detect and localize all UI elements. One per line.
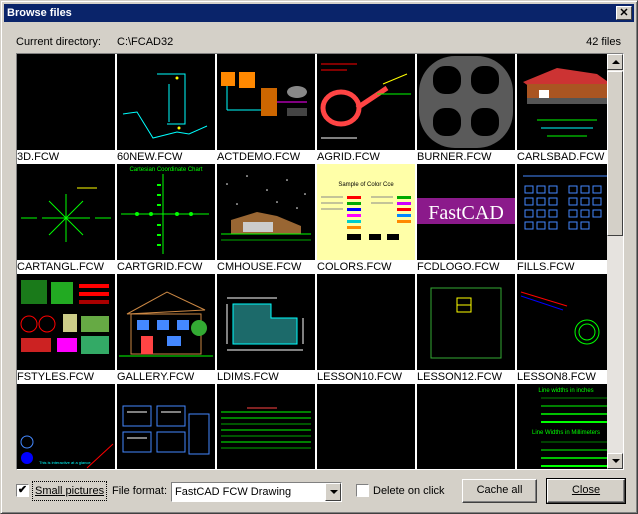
file-thumbnail[interactable] xyxy=(17,274,115,370)
file-name: CARLSBAD.FCW xyxy=(517,151,605,163)
file-name: FSTYLES.FCW xyxy=(17,371,95,383)
current-directory-value: C:\FCAD32 xyxy=(117,36,174,48)
delete-on-click-checkbox[interactable] xyxy=(356,484,369,497)
file-tile[interactable]: GALLERY.FCW xyxy=(117,274,215,385)
file-name: LESSON12.FCW xyxy=(417,371,502,383)
file-thumbnail[interactable] xyxy=(317,274,415,370)
file-name: 60NEW.FCW xyxy=(117,151,183,163)
file-name: LESSON8.FCW xyxy=(517,371,596,383)
file-thumbnail[interactable] xyxy=(217,54,315,150)
file-thumbnail[interactable] xyxy=(217,274,315,370)
row4-legend: This is interactive at a glance xyxy=(39,460,91,465)
file-name: CARTGRID.FCW xyxy=(117,261,203,273)
title-bar: Browse files ✕ xyxy=(4,4,634,22)
file-name: COLORS.FCW xyxy=(317,261,392,273)
close-icon[interactable]: ✕ xyxy=(616,6,632,20)
file-tile[interactable] xyxy=(417,384,515,469)
file-tile[interactable]: ACTDEMO.FCW xyxy=(217,54,315,165)
file-tile[interactable]: FILLS.FCW xyxy=(517,164,607,275)
fcdlogo-text: FastCAD xyxy=(428,202,504,224)
file-name: LDIMS.FCW xyxy=(217,371,279,383)
file-count: 42 files xyxy=(586,36,621,48)
file-thumbnail[interactable] xyxy=(517,54,607,150)
file-name: 3D.FCW xyxy=(17,151,60,163)
file-thumbnail[interactable]: FastCAD xyxy=(417,164,515,260)
file-name: FCDLOGO.FCW xyxy=(417,261,500,273)
file-thumbnail[interactable] xyxy=(317,384,415,469)
file-tile[interactable]: LESSON12.FCW xyxy=(417,274,515,385)
file-tile[interactable]: LESSON10.FCW xyxy=(317,274,415,385)
file-thumbnail[interactable] xyxy=(217,384,315,469)
file-thumbnail[interactable] xyxy=(117,274,215,370)
vertical-scrollbar[interactable] xyxy=(607,54,623,469)
file-tile[interactable]: Line widths in inches Line Widths in Mill… xyxy=(517,384,607,469)
file-thumbnail[interactable] xyxy=(17,164,115,260)
lesson-inches-title: Line widths in inches xyxy=(538,388,593,394)
file-tile[interactable]: LDIMS.FCW xyxy=(217,274,315,385)
file-thumbnail[interactable]: Sample of Color Cce xyxy=(317,164,415,260)
file-thumbnail[interactable] xyxy=(117,54,215,150)
window-title: Browse files xyxy=(7,7,72,19)
file-tile[interactable]: CARTANGL.FCW xyxy=(17,164,115,275)
cache-all-button[interactable]: Cache all xyxy=(462,479,537,503)
file-thumbnail[interactable] xyxy=(117,384,215,469)
file-tile[interactable]: FSTYLES.FCW xyxy=(17,274,115,385)
file-tile[interactable]: CARLSBAD.FCW xyxy=(517,54,607,165)
dropdown-button[interactable] xyxy=(325,483,341,501)
file-thumbnail[interactable]: Line widths in inches Line Widths in Mill… xyxy=(517,384,607,469)
file-name: FILLS.FCW xyxy=(517,261,575,273)
file-thumbnail[interactable] xyxy=(217,164,315,260)
file-tile[interactable]: FastCAD FCDLOGO.FCW xyxy=(417,164,515,275)
small-pictures-checkbox[interactable]: ✔ xyxy=(16,484,29,497)
small-pictures-label[interactable]: Small pictures xyxy=(32,481,108,501)
browse-files-dialog: Browse files ✕ Current directory: C:\FCA… xyxy=(0,0,638,514)
file-name: CARTANGL.FCW xyxy=(17,261,104,273)
scroll-up-button[interactable] xyxy=(607,54,623,70)
file-tile[interactable]: Sample of Color Cce COLORS.FCW xyxy=(317,164,415,275)
file-name: AGRID.FCW xyxy=(317,151,380,163)
file-name: ACTDEMO.FCW xyxy=(217,151,301,163)
file-format-label: File format: xyxy=(112,485,168,497)
file-thumbnail[interactable] xyxy=(417,384,515,469)
cartgrid-title: Cartesian Coordinate Chart xyxy=(129,167,202,173)
close-button-label: Close xyxy=(571,484,601,496)
arrow-down-icon xyxy=(612,459,620,463)
file-tile[interactable] xyxy=(317,384,415,469)
file-thumbnail[interactable] xyxy=(417,54,515,150)
file-thumbnail[interactable] xyxy=(17,54,115,150)
file-tile[interactable] xyxy=(217,384,315,469)
file-tile[interactable]: LESSON8.FCW xyxy=(517,274,607,385)
file-tile[interactable]: 3D.FCW xyxy=(17,54,115,165)
file-tile[interactable]: BURNER.FCW xyxy=(417,54,515,165)
file-name: BURNER.FCW xyxy=(417,151,492,163)
file-tile[interactable]: CMHOUSE.FCW xyxy=(217,164,315,275)
file-tile[interactable] xyxy=(117,384,215,469)
thumbnail-grid: 3D.FCW 60NEW.FCW ACTDEMO.FCW AGRID.FCW B… xyxy=(17,54,607,469)
file-format-value: FastCAD FCW Drawing xyxy=(175,486,292,498)
file-thumbnail[interactable]: Cartesian Coordinate Chart xyxy=(117,164,215,260)
file-tile[interactable]: This is interactive at a glance xyxy=(17,384,115,469)
scroll-down-button[interactable] xyxy=(607,453,623,469)
file-name: LESSON10.FCW xyxy=(317,371,402,383)
chevron-down-icon xyxy=(330,490,338,494)
current-directory-label: Current directory: xyxy=(16,36,101,48)
file-thumbnail[interactable]: This is interactive at a glance xyxy=(17,384,115,469)
file-thumbnail[interactable] xyxy=(517,164,607,260)
file-thumbnail[interactable] xyxy=(317,54,415,150)
file-tile[interactable]: AGRID.FCW xyxy=(317,54,415,165)
file-tile[interactable]: 60NEW.FCW xyxy=(117,54,215,165)
lesson-mm-title: Line Widths in Millimeters xyxy=(532,430,600,436)
file-tile[interactable]: Cartesian Coordinate Chart CARTGRID.FCW xyxy=(117,164,215,275)
delete-on-click-label[interactable]: Delete on click xyxy=(373,481,445,503)
file-name: GALLERY.FCW xyxy=(117,371,195,383)
file-thumbnail-browser: 3D.FCW 60NEW.FCW ACTDEMO.FCW AGRID.FCW B… xyxy=(16,53,624,470)
arrow-up-icon xyxy=(612,60,620,64)
close-button[interactable]: Close xyxy=(546,478,626,504)
file-name: CMHOUSE.FCW xyxy=(217,261,302,273)
colors-title: Sample of Color Cce xyxy=(338,182,394,188)
file-thumbnail[interactable] xyxy=(517,274,607,370)
file-format-select[interactable]: FastCAD FCW Drawing xyxy=(171,482,342,502)
scroll-thumb[interactable] xyxy=(607,71,623,236)
file-thumbnail[interactable] xyxy=(417,274,515,370)
